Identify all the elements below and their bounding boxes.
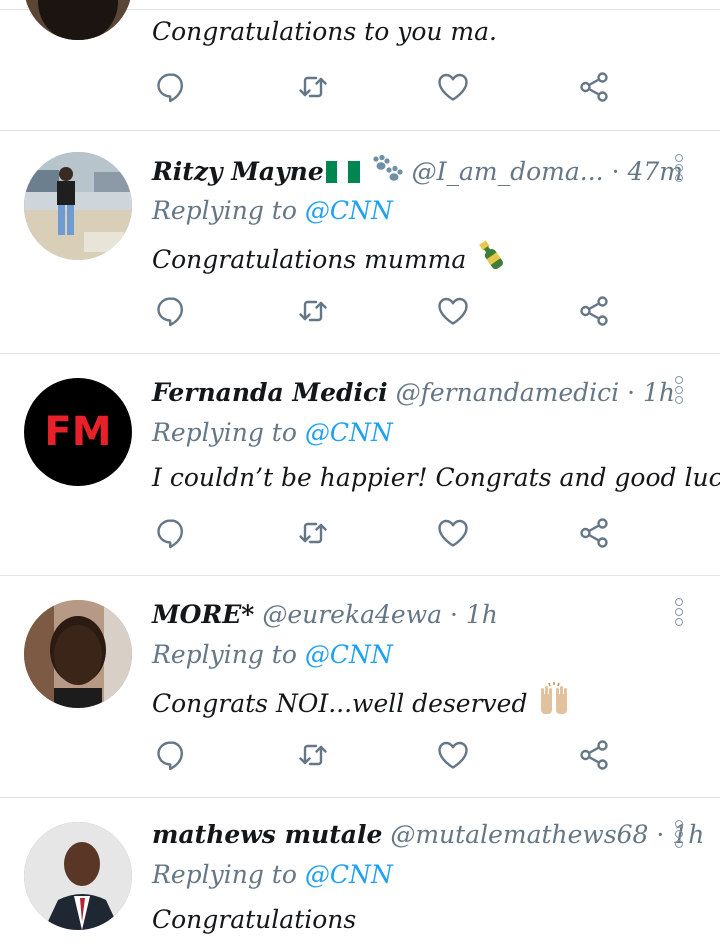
- tweet-divider: [0, 575, 720, 576]
- tweet-header: MORE* @eureka4ewa · 1h: [152, 598, 498, 632]
- reply-button[interactable]: [153, 737, 193, 777]
- tweet-text: Congratulations mumma: [152, 238, 508, 282]
- like-button[interactable]: [435, 737, 475, 777]
- like-button[interactable]: [435, 293, 475, 333]
- replying-to: Replying to @CNN: [152, 858, 393, 892]
- display-name[interactable]: MORE*: [152, 600, 254, 629]
- share-icon: [576, 69, 612, 105]
- tweet-actions: [0, 737, 720, 777]
- more-options-button[interactable]: [670, 820, 690, 854]
- tweet-divider: [0, 130, 720, 131]
- retweet-icon: [295, 293, 331, 329]
- share-button[interactable]: [576, 293, 616, 333]
- more-options-button[interactable]: [670, 598, 690, 632]
- replying-to: Replying to @CNN: [152, 194, 393, 228]
- tweet-divider: [0, 797, 720, 798]
- avatar-image: [24, 822, 132, 930]
- reply-button[interactable]: [153, 293, 193, 333]
- tweet-text: Congrats NOI...well deserved: [152, 682, 573, 726]
- avatar[interactable]: [24, 600, 132, 708]
- share-button[interactable]: [576, 515, 616, 555]
- mention-link[interactable]: @CNN: [305, 860, 393, 889]
- avatar[interactable]: [24, 822, 132, 930]
- replying-label: Replying to: [152, 196, 305, 225]
- retweet-icon: [295, 69, 331, 105]
- replying-label: Replying to: [152, 418, 305, 447]
- separator-dot: ·: [627, 378, 636, 407]
- avatar[interactable]: FM: [24, 378, 132, 486]
- reply-icon: [153, 69, 189, 105]
- separator-dot: ·: [611, 157, 620, 186]
- like-icon: [435, 69, 471, 105]
- retweet-button[interactable]: [295, 515, 335, 555]
- avatar[interactable]: [24, 152, 132, 260]
- avatar-image: [24, 152, 132, 260]
- replying-label: Replying to: [152, 640, 305, 669]
- retweet-button[interactable]: [295, 69, 335, 109]
- tweet-header: Fernanda Medici @fernandamedici · 1h: [152, 376, 675, 410]
- replying-to: Replying to @CNN: [152, 638, 393, 672]
- display-name[interactable]: Ritzy Mayne: [152, 157, 324, 186]
- reply-button[interactable]: [153, 69, 193, 109]
- avatar-initials: FM: [44, 409, 112, 455]
- user-handle[interactable]: @I_am_doma...: [412, 157, 604, 186]
- display-name[interactable]: Fernanda Medici: [152, 378, 388, 407]
- reply-icon: [153, 737, 189, 773]
- replies-feed: Congratulations to you ma. Ritzy Mayne @…: [0, 0, 720, 950]
- retweet-icon: [295, 737, 331, 773]
- more-options-button[interactable]: [670, 376, 690, 410]
- share-button[interactable]: [576, 737, 616, 777]
- raised-hands-icon: [535, 682, 573, 726]
- share-icon: [576, 515, 612, 551]
- more-options-button[interactable]: [670, 154, 690, 188]
- tweet-text: Congratulations: [152, 905, 357, 934]
- replying-to: Replying to @CNN: [152, 416, 393, 450]
- like-icon: [435, 515, 471, 551]
- avatar[interactable]: [24, 0, 132, 40]
- display-name[interactable]: mathews mutale: [152, 820, 382, 849]
- replying-label: Replying to: [152, 860, 305, 889]
- timestamp[interactable]: 1h: [466, 600, 498, 629]
- like-icon: [435, 737, 471, 773]
- user-handle[interactable]: @fernandamedici: [396, 378, 620, 407]
- tweet-header: mathews mutale @mutalemathews68 · 1h: [152, 818, 704, 852]
- share-icon: [576, 737, 612, 773]
- like-button[interactable]: [435, 515, 475, 555]
- separator-dot: ·: [656, 820, 665, 849]
- tweet-actions: [0, 515, 720, 555]
- share-icon: [576, 293, 612, 329]
- mention-link[interactable]: @CNN: [305, 640, 393, 669]
- avatar-image: [24, 600, 132, 708]
- nigeria-flag-icon: [325, 158, 360, 183]
- tweet-text: I couldn’t be happier! Congrats and good…: [152, 463, 720, 492]
- avatar-image: [24, 0, 132, 40]
- retweet-icon: [295, 515, 331, 551]
- paw-prints-icon: [368, 154, 404, 193]
- tweet-header: Ritzy Mayne @I_am_doma... · 47m: [152, 154, 683, 193]
- reply-button[interactable]: [153, 515, 193, 555]
- tweet-text-content: Congrats NOI...well deserved: [152, 689, 528, 718]
- separator-dot: ·: [449, 600, 458, 629]
- like-icon: [435, 293, 471, 329]
- mention-link[interactable]: @CNN: [305, 418, 393, 447]
- mention-link[interactable]: @CNN: [305, 196, 393, 225]
- tweet-text: Congratulations to you ma.: [152, 17, 497, 46]
- tweet-divider: [0, 353, 720, 354]
- share-button[interactable]: [576, 69, 616, 109]
- retweet-button[interactable]: [295, 737, 335, 777]
- user-handle[interactable]: @eureka4ewa: [262, 600, 442, 629]
- user-handle[interactable]: @mutalemathews68: [390, 820, 648, 849]
- like-button[interactable]: [435, 69, 475, 109]
- tweet-text-content: Congratulations mumma: [152, 245, 467, 274]
- retweet-button[interactable]: [295, 293, 335, 333]
- reply-icon: [153, 515, 189, 551]
- reply-icon: [153, 293, 189, 329]
- tweet-actions: [0, 69, 720, 109]
- champagne-icon: [474, 238, 508, 282]
- tweet-actions: [0, 293, 720, 333]
